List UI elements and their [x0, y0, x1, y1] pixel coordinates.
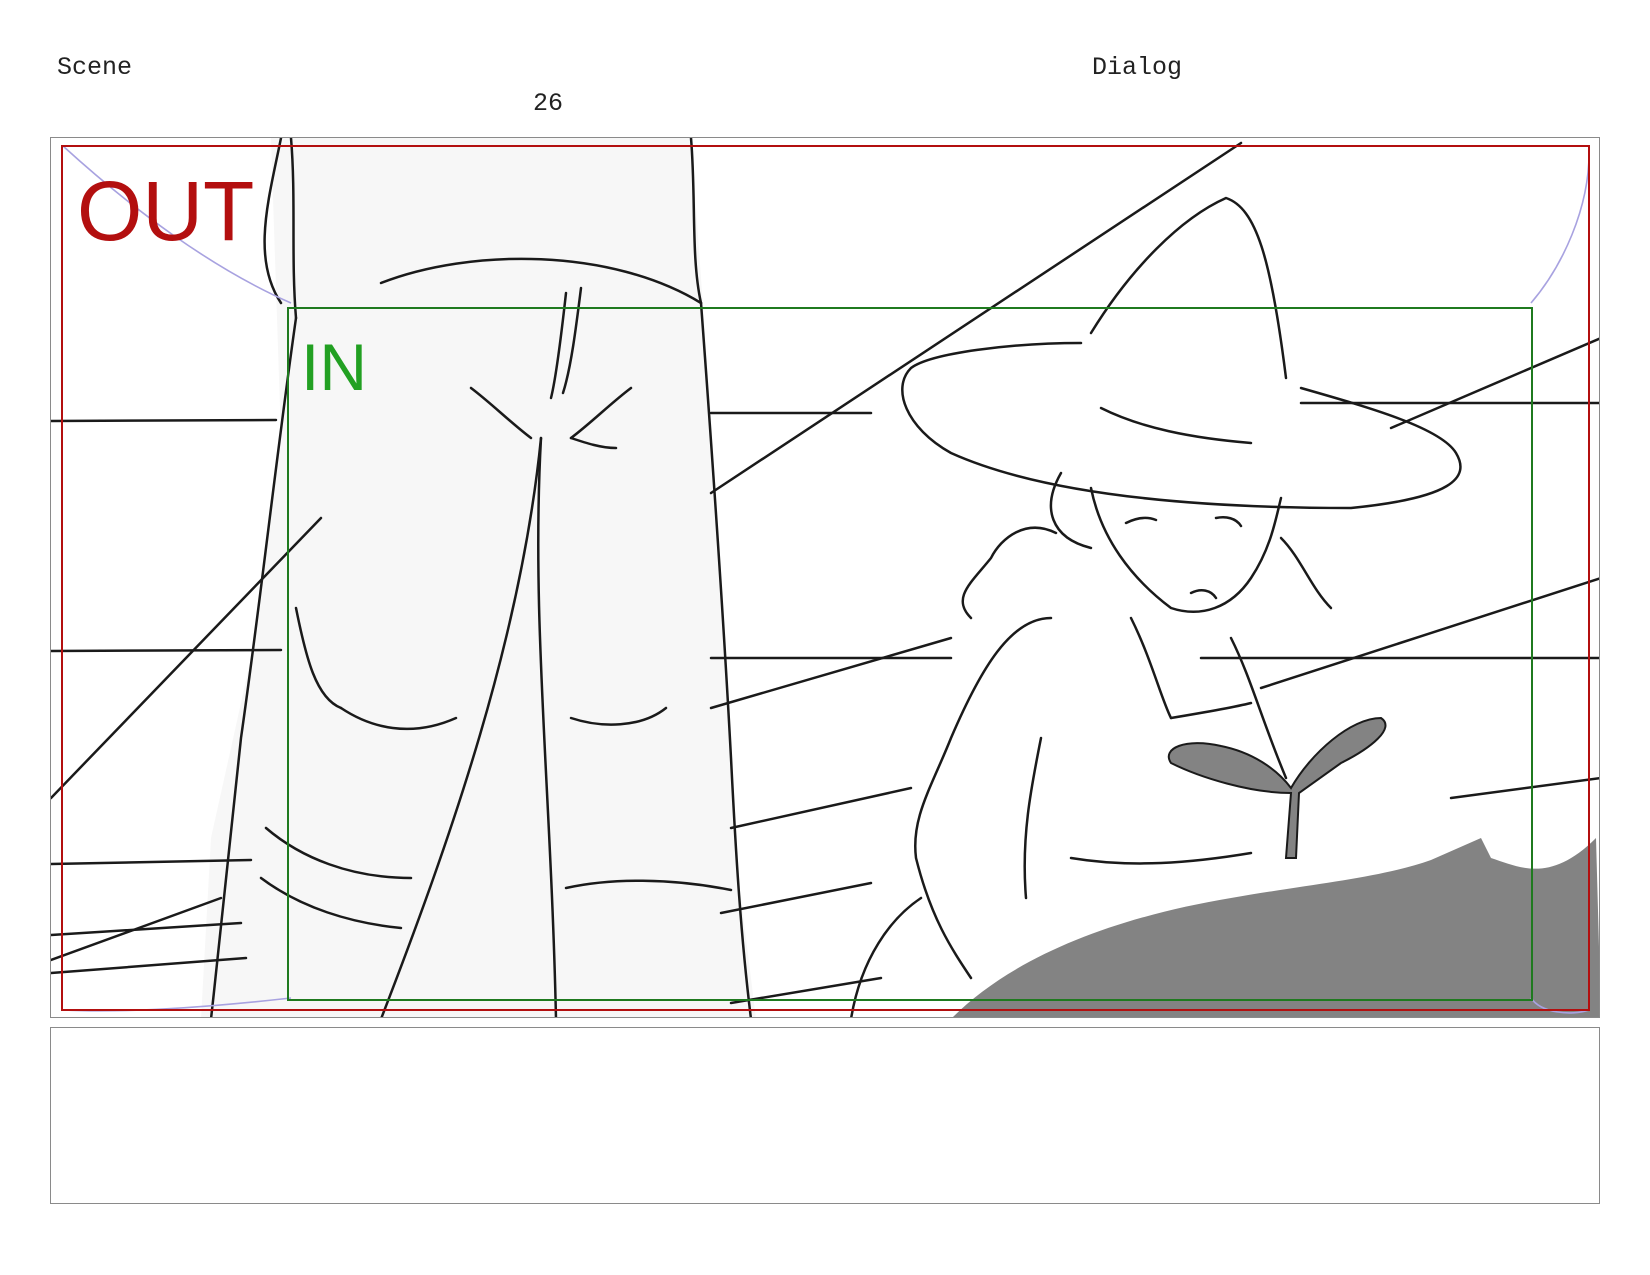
jeans-fill	[201, 138, 756, 1017]
dialog-label: Dialog	[1092, 53, 1183, 82]
out-label: OUT	[77, 164, 254, 258]
in-label: IN	[301, 330, 367, 404]
scene-number: 26	[533, 89, 564, 118]
storyboard-panel: OUT IN	[50, 137, 1600, 1018]
sprout	[1167, 716, 1387, 859]
scene-label: Scene	[57, 53, 133, 82]
panel-sketch: OUT IN	[51, 138, 1599, 1017]
shadow-blob	[953, 838, 1599, 1017]
dialog-box[interactable]	[50, 1027, 1600, 1204]
